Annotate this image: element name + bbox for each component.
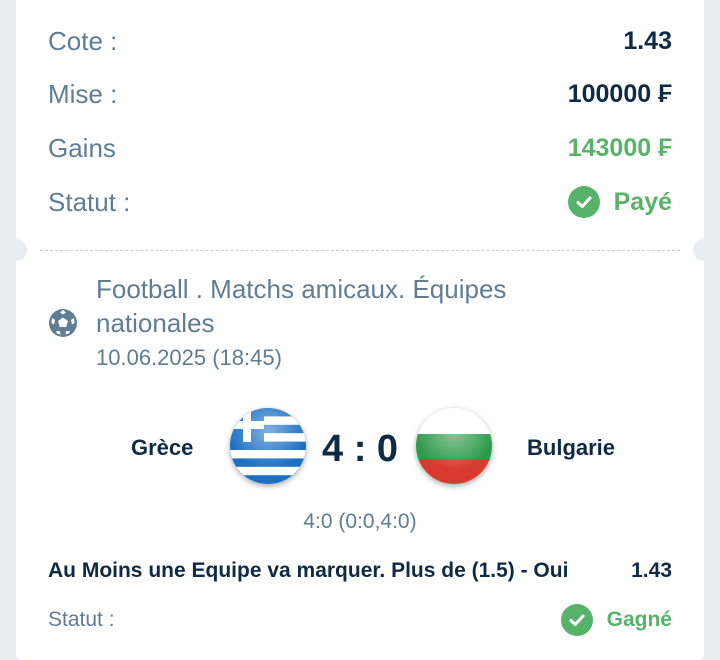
statut-value: Payé [613,187,672,216]
gains-value: 143000 ₣ [567,133,672,162]
gains-row: Gains 143000 ₣ [48,128,672,168]
event-statut-label: Statut : [48,608,115,631]
check-circle-icon [567,186,600,218]
ticket-divider [40,250,680,251]
mise-value: 100000 ₣ [567,79,672,108]
bet-market-row: Au Moins une Equipe va marquer. Plus de … [48,559,672,583]
home-team-name: Grèce [131,435,194,460]
check-circle-icon [560,604,593,636]
ticket-notch-left [5,239,27,261]
score-detail: 4:0 (0:0,4:0) [303,510,417,533]
greece-flag-icon [230,408,306,484]
cote-row: Cote : 1.43 [48,21,672,61]
cote-value: 1.43 [623,26,672,55]
event-statut-row: Statut : Gagné [48,600,672,640]
match-score: 4 : 0 [322,428,399,470]
mise-label: Mise : [48,78,118,109]
statut-row: Statut : Payé [48,182,672,222]
bet-market: Au Moins une Equipe va marquer. Plus de … [48,559,569,582]
gains-label: Gains [48,132,116,163]
football-icon [49,309,77,337]
event-statut-value: Gagné [606,608,672,631]
event-statut-badge: Gagné [560,604,672,636]
statut-badge: Payé [567,186,672,218]
bulgaria-flag-icon [416,408,492,484]
bet-odds: 1.43 [631,559,672,582]
ticket-notch-right [693,239,715,261]
event-date: 10.06.2025 (18:45) [96,345,282,370]
mise-row: Mise : 100000 ₣ [48,74,672,114]
away-team-name: Bulgarie [527,435,616,460]
cote-label: Cote : [48,25,118,56]
statut-label: Statut : [48,186,131,217]
league-name: Football . Matchs amicaux. Équipes natio… [96,274,507,338]
